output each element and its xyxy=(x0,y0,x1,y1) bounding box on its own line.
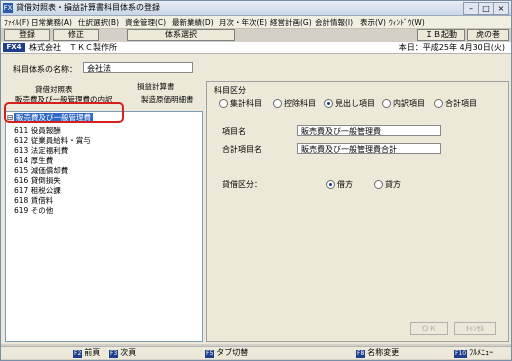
menu-view[interactable]: 表示(V) xyxy=(360,17,386,28)
menu-window[interactable]: ｳｨﾝﾄﾞｳ(W) xyxy=(389,17,425,28)
menu-daily[interactable]: 日常業務(A) xyxy=(31,17,72,28)
toolbar: 登録 修正 体系選択 ＩＢ起動 虎の巻 xyxy=(1,29,511,41)
tree-item[interactable]: 619 その他 xyxy=(14,205,53,216)
class-label-1: 控除科目 xyxy=(284,99,316,108)
tora-button[interactable]: 虎の巻 xyxy=(467,29,509,41)
menu-plan[interactable]: 経営計画(G) xyxy=(270,17,312,28)
menu-monthly[interactable]: 月次・年次(E) xyxy=(219,17,267,28)
window-title: 貸借対照表・損益計算書科目体系の登録 xyxy=(16,3,160,12)
class-radio-2[interactable] xyxy=(324,99,333,108)
ok-button[interactable]: ＯＫ xyxy=(410,322,448,335)
system-select-button[interactable]: 体系選択 xyxy=(127,29,235,41)
tab-pl[interactable]: 損益計算書 xyxy=(137,81,175,92)
f8-rename-button[interactable]: F8 名称変更 xyxy=(356,348,399,358)
highlight-box xyxy=(4,102,124,123)
debit-credit-label: 貸借区分： xyxy=(222,180,262,189)
menu-journal[interactable]: 仕訳選択(B) xyxy=(78,17,119,28)
f2-prev-page-button[interactable]: F2 前頁 xyxy=(73,348,100,358)
menu-funds[interactable]: 資金管理(C) xyxy=(125,17,166,28)
modify-button[interactable]: 修正 xyxy=(53,29,99,41)
account-tree[interactable]: ⊟ 販売費及び一般管理費 611 役員報酬 612 従業員給料・賞与 613 法… xyxy=(5,111,203,342)
class-radio-3[interactable] xyxy=(382,99,391,108)
main-content: 科目体系の名称： 会社法 貸借対照表 損益計算書 販売費及び一般管理費の内訳 製… xyxy=(1,54,511,344)
cancel-button[interactable]: ｷｬﾝｾﾙ xyxy=(454,322,496,335)
minimize-icon[interactable]: – xyxy=(463,2,479,15)
register-button[interactable]: 登録 xyxy=(4,29,50,41)
class-label-3: 内訳項目 xyxy=(393,99,425,108)
application-window: FX 貸借対照表・損益計算書科目体系の登録 – □ × ﾌｧｲﾙ(F) 日常業務… xyxy=(0,0,512,361)
class-radio-1[interactable] xyxy=(273,99,282,108)
system-name-field[interactable]: 会社法 xyxy=(83,62,193,73)
f10-full-menu-button[interactable]: F10 ﾌﾙﾒﾆｭｰ xyxy=(454,348,493,358)
class-label-2: 見出し項目 xyxy=(335,99,375,108)
class-radio-0[interactable] xyxy=(219,99,228,108)
f3-next-page-button[interactable]: F3 次頁 xyxy=(109,348,136,358)
class-label-0: 集計科目 xyxy=(230,99,262,108)
ib-start-button[interactable]: ＩＢ起動 xyxy=(417,29,465,41)
menu-file[interactable]: ﾌｧｲﾙ(F) xyxy=(4,17,29,28)
company-bar: FX4 株式会社 ＴＫＣ製作所 本日：平成25年 4月30日(火) xyxy=(1,42,511,54)
f5-tab-switch-button[interactable]: F5 タブ切替 xyxy=(205,348,248,358)
credit-radio[interactable] xyxy=(374,180,383,189)
menu-performance[interactable]: 最新業績(D) xyxy=(172,17,214,28)
item-name-label: 項目名 xyxy=(222,127,246,136)
app-icon: FX xyxy=(3,3,13,13)
class-label-4: 合計項目 xyxy=(445,99,477,108)
menu-info[interactable]: 会計情報(I) xyxy=(315,17,353,28)
current-date: 本日：平成25年 4月30日(火) xyxy=(398,43,505,52)
detail-panel: 科目区分 集計科目 控除科目 見出し項目 内訳項目 合計項目 項目名 販売費及び… xyxy=(206,81,509,342)
debit-radio[interactable] xyxy=(326,180,335,189)
total-name-label: 合計項目名 xyxy=(222,145,262,154)
class-radio-4[interactable] xyxy=(434,99,443,108)
system-name-label: 科目体系の名称： xyxy=(13,65,77,74)
close-icon[interactable]: × xyxy=(493,2,509,15)
debit-label: 借方 xyxy=(337,180,353,189)
tab-mfg[interactable]: 製造原価明細書 xyxy=(141,94,194,105)
total-name-field[interactable]: 販売費及び一般管理費合計 xyxy=(297,143,441,154)
company-name: 株式会社 ＴＫＣ製作所 xyxy=(29,43,117,52)
maximize-icon[interactable]: □ xyxy=(478,2,494,15)
credit-label: 貸方 xyxy=(385,180,401,189)
item-name-field[interactable]: 販売費及び一般管理費 xyxy=(297,125,441,136)
classification-title: 科目区分 xyxy=(214,86,246,95)
function-key-bar: F2 前頁 F3 次頁 F5 タブ切替 F8 名称変更 F10 ﾌﾙﾒﾆｭｰ xyxy=(1,346,511,359)
fx4-badge: FX4 xyxy=(3,43,25,52)
title-bar: FX 貸借対照表・損益計算書科目体系の登録 – □ × xyxy=(1,1,511,16)
menu-bar: ﾌｧｲﾙ(F) 日常業務(A) 仕訳選択(B) 資金管理(C) 最新業績(D) … xyxy=(1,16,511,29)
